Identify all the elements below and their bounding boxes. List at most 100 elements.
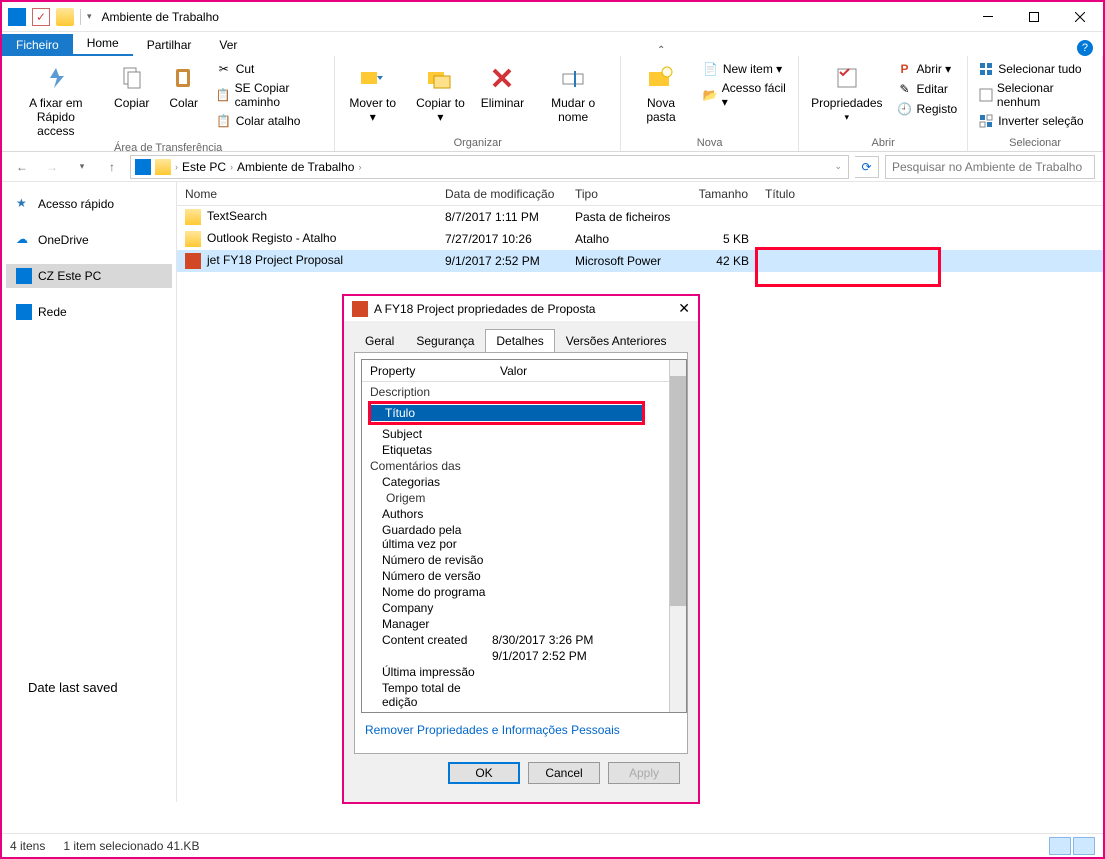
file-row-selected[interactable]: jet FY18 Project Proposal 9/1/2017 2:52 … — [177, 250, 1103, 272]
crumb-desktop[interactable]: Ambiente de Trabalho — [237, 160, 354, 174]
select-all-button[interactable]: Selecionar tudo — [976, 60, 1094, 78]
property-row[interactable]: Subject — [362, 426, 669, 442]
property-row[interactable]: Authors — [362, 506, 669, 522]
open-button[interactable]: PAbrir ▾ — [895, 60, 960, 78]
dialog-close-button[interactable]: ✕ — [678, 300, 690, 317]
details-view-button[interactable] — [1049, 837, 1071, 855]
property-row[interactable]: Etiquetas — [362, 442, 669, 458]
invert-selection-button[interactable]: Inverter seleção — [976, 112, 1094, 130]
ok-button[interactable]: OK — [448, 762, 520, 784]
back-button[interactable]: ← — [10, 155, 34, 179]
property-row[interactable]: Categorias — [362, 474, 669, 490]
nav-network[interactable]: Rede — [6, 300, 172, 324]
property-row-selected[interactable]: Título — [368, 401, 645, 425]
title-bar: ✓ ▾ Ambiente de Trabalho — [2, 2, 1103, 32]
history-dropdown-icon[interactable]: ⌄ — [834, 161, 842, 172]
tab-share[interactable]: Partilhar — [133, 34, 206, 56]
thumbnails-view-button[interactable] — [1073, 837, 1095, 855]
chevron-right-icon[interactable]: › — [175, 162, 178, 172]
group-select: Selecionar tudo Selecionar nenhum Invert… — [968, 56, 1103, 151]
paste-button[interactable]: Colar — [162, 60, 206, 112]
close-button[interactable] — [1057, 2, 1103, 32]
file-row[interactable]: Outlook Registo - Atalho 7/27/2017 10:26… — [177, 228, 1103, 250]
tab-general[interactable]: Geral — [354, 329, 405, 353]
edit-button[interactable]: ✎Editar — [895, 80, 960, 98]
dialog-tabs: Geral Segurança Detalhes Versões Anterio… — [354, 329, 688, 353]
property-row[interactable]: Número de revisão — [362, 552, 669, 568]
tab-view[interactable]: Ver — [205, 34, 251, 56]
property-row[interactable]: Número de versão — [362, 568, 669, 584]
properties-button[interactable]: Propriedades▾ — [807, 60, 886, 125]
pin-to-quick-access-button[interactable]: A fixar em Rápidoaccess — [10, 60, 102, 140]
apply-button[interactable]: Apply — [608, 762, 680, 784]
minimize-button[interactable] — [965, 2, 1011, 32]
paste-shortcut-button[interactable]: 📋Colar atalho — [214, 112, 327, 130]
app-icon[interactable] — [8, 8, 26, 26]
copy-to-icon — [424, 62, 456, 94]
forward-button[interactable]: → — [40, 155, 64, 179]
breadcrumb[interactable]: › Este PC › Ambiente de Trabalho › ⌄ — [130, 155, 849, 179]
help-icon[interactable]: ? — [1077, 40, 1093, 56]
new-folder-button[interactable]: Nova pasta — [629, 60, 693, 126]
copy-to-button[interactable]: Copiar to ▾ — [410, 60, 471, 126]
tab-details[interactable]: Detalhes — [485, 329, 554, 353]
tab-file[interactable]: Ficheiro — [2, 34, 73, 56]
property-row[interactable]: Última impressão — [362, 664, 669, 680]
property-row[interactable]: Comentários das — [362, 458, 669, 474]
chevron-right-icon[interactable]: › — [230, 162, 233, 172]
col-value[interactable]: Valor — [492, 364, 669, 378]
property-row[interactable]: Content created8/30/2017 3:26 PM — [362, 632, 669, 648]
chevron-right-icon[interactable]: › — [358, 162, 361, 172]
maximize-button[interactable] — [1011, 2, 1057, 32]
crumb-this-pc[interactable]: Este PC — [182, 160, 226, 174]
property-row[interactable]: Nome do programa — [362, 584, 669, 600]
tab-previous-versions[interactable]: Versões Anteriores — [555, 329, 678, 353]
scrollbar-thumb[interactable] — [670, 376, 686, 606]
column-title[interactable]: Título — [757, 187, 937, 201]
col-property[interactable]: Property — [362, 364, 492, 378]
new-item-button[interactable]: 📄New item ▾ — [701, 60, 790, 78]
remove-properties-link[interactable]: Remover Propriedades e Informações Pesso… — [361, 713, 687, 747]
tab-security[interactable]: Segurança — [405, 329, 485, 353]
recent-locations-button[interactable]: ▾ — [70, 155, 94, 179]
nav-onedrive[interactable]: ☁OneDrive — [6, 228, 172, 252]
select-none-button[interactable]: Selecionar nenhum — [976, 80, 1094, 110]
column-type[interactable]: Tipo — [567, 187, 687, 201]
paste-shortcut-icon: 📋 — [216, 113, 232, 129]
column-name[interactable]: Nome — [177, 187, 437, 201]
scrollbar[interactable] — [669, 360, 686, 712]
new-folder-qat-icon[interactable] — [56, 8, 74, 26]
property-row[interactable]: Guardado pela última vez por — [362, 522, 669, 552]
nav-this-pc[interactable]: CZ Este PC — [6, 264, 172, 288]
minimize-ribbon-icon[interactable]: ⌃ — [657, 45, 665, 56]
history-button[interactable]: 🕘Registo — [895, 100, 960, 118]
copy-icon — [116, 62, 148, 94]
folder-icon — [185, 209, 201, 225]
search-input[interactable]: Pesquisar no Ambiente de Trabalho — [885, 155, 1095, 179]
property-row[interactable]: 9/1/2017 2:52 PM — [362, 648, 669, 664]
column-size[interactable]: Tamanho — [687, 187, 757, 201]
refresh-button[interactable]: ⟳ — [855, 156, 879, 178]
easy-access-button[interactable]: 📂Acesso fácil ▾ — [701, 80, 790, 110]
dialog-title-bar[interactable]: A FY18 Project propriedades de Proposta … — [344, 296, 698, 321]
up-button[interactable]: ↑ — [100, 155, 124, 179]
property-row[interactable]: Tempo total de edição — [362, 680, 669, 710]
column-date[interactable]: Data de modificação — [437, 187, 567, 201]
cut-button[interactable]: ✂Cut — [214, 60, 327, 78]
qat-dropdown-icon[interactable]: ▾ — [87, 11, 92, 22]
move-to-button[interactable]: Mover to ▾ — [343, 60, 402, 126]
copy-button[interactable]: Copiar — [110, 60, 154, 112]
property-row[interactable]: Description — [362, 384, 669, 400]
nav-quick-access[interactable]: ★Acesso rápido — [6, 192, 172, 216]
copy-path-button[interactable]: 📋SE Copiar caminho — [214, 80, 327, 110]
cancel-button[interactable]: Cancel — [528, 762, 600, 784]
property-row[interactable]: Origem — [362, 490, 669, 506]
property-list: Property Valor DescriptionTítuloSubjectE… — [361, 359, 687, 713]
property-row[interactable]: Manager — [362, 616, 669, 632]
file-row[interactable]: TextSearch 8/7/2017 1:11 PM Pasta de fic… — [177, 206, 1103, 228]
property-row[interactable]: Company — [362, 600, 669, 616]
rename-button[interactable]: Mudar o nome — [534, 60, 612, 126]
delete-button[interactable]: Eliminar — [479, 60, 526, 112]
properties-qat-icon[interactable]: ✓ — [32, 8, 50, 26]
tab-home[interactable]: Home — [73, 32, 133, 56]
